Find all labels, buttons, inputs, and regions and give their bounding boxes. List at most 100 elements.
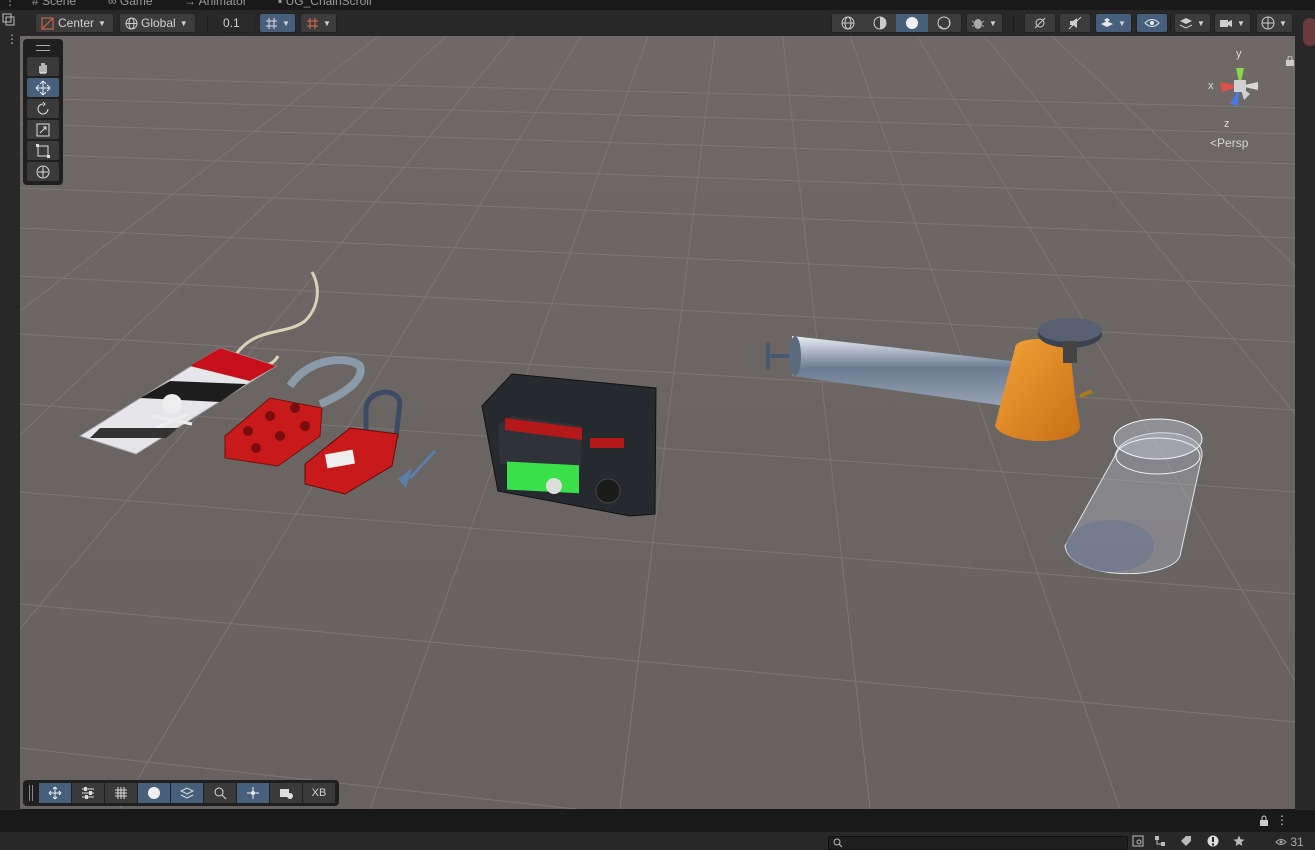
status-search-field[interactable] bbox=[828, 836, 1128, 850]
move-tool-button[interactable] bbox=[27, 78, 59, 97]
pivot-mode-dropdown[interactable]: Center ▼ bbox=[35, 13, 114, 33]
script-icon: ▪ bbox=[278, 0, 283, 8]
transform-tool-button[interactable] bbox=[27, 162, 59, 181]
camera-settings-dropdown[interactable]: ▼ bbox=[1214, 13, 1251, 33]
unlit-shading-button[interactable] bbox=[928, 14, 960, 32]
grid-visibility-icon bbox=[305, 16, 319, 30]
tab-scene-label: Scene bbox=[42, 0, 77, 8]
eye-icon bbox=[1275, 839, 1287, 845]
favorite-button[interactable] bbox=[1231, 834, 1247, 848]
chevron-down-icon: ▼ bbox=[1118, 18, 1126, 28]
tag-button[interactable] bbox=[1178, 834, 1194, 848]
solid-sphere-icon bbox=[148, 787, 160, 799]
shaded-wireframe-button[interactable] bbox=[864, 14, 896, 32]
xb-label: XB bbox=[311, 787, 327, 799]
overlay-camera-button[interactable] bbox=[270, 783, 302, 803]
chevron-down-icon: ▼ bbox=[179, 18, 188, 28]
chevron-down-icon: ▼ bbox=[98, 18, 106, 28]
chevron-down-icon: ▼ bbox=[989, 18, 997, 28]
pivot-rotation-dropdown[interactable]: Global ▼ bbox=[119, 13, 196, 33]
tag-icon bbox=[1181, 836, 1191, 846]
grid-snapping-toggle[interactable]: ▼ bbox=[259, 13, 296, 33]
layers-dropdown[interactable]: ▼ bbox=[1174, 13, 1211, 33]
pivot-rotation-label: Global bbox=[141, 16, 176, 30]
status-bar: 31 bbox=[0, 832, 1315, 850]
more-options-icon[interactable]: ⋮ bbox=[6, 32, 18, 46]
drag-handle-icon[interactable] bbox=[36, 45, 50, 51]
axis-y-label: y bbox=[1236, 48, 1242, 60]
overlay-xb-button[interactable]: XB bbox=[303, 783, 335, 803]
lock-icon[interactable] bbox=[1259, 815, 1269, 827]
scene-visibility-toggle[interactable] bbox=[1136, 13, 1168, 33]
rotate-icon bbox=[37, 101, 49, 114]
overlay-pivot-button[interactable] bbox=[237, 783, 269, 803]
gizmos-dropdown[interactable]: ▼ bbox=[1256, 13, 1293, 33]
tab-scene[interactable]: # Scene bbox=[32, 0, 76, 8]
grid-visibility-dropdown[interactable]: ▼ bbox=[300, 13, 337, 33]
gamepad-icon: ∞ bbox=[108, 0, 117, 8]
rotate-tool-button[interactable] bbox=[27, 99, 59, 118]
transform-icon bbox=[36, 165, 50, 178]
animator-icon: → bbox=[184, 0, 196, 8]
chevron-down-icon: ▼ bbox=[1197, 18, 1205, 28]
chevron-left-icon: < bbox=[1210, 136, 1218, 150]
hash-icon: # bbox=[32, 0, 39, 8]
lock-icon[interactable] bbox=[1286, 56, 1294, 66]
overlay-layers-button[interactable] bbox=[171, 783, 203, 803]
toggle-2d-button[interactable] bbox=[1024, 13, 1056, 33]
hierarchy-button[interactable] bbox=[1152, 834, 1168, 848]
left-panel-edge: ⋮ bbox=[0, 10, 20, 810]
overlay-search-button[interactable] bbox=[204, 783, 236, 803]
scale-tool-button[interactable] bbox=[27, 120, 59, 139]
debug-draw-mode-dropdown[interactable]: ▼ bbox=[966, 13, 1003, 33]
tab-animator[interactable]: → Animator bbox=[184, 0, 247, 8]
wireframe-shading-button[interactable] bbox=[832, 14, 864, 32]
window-icon[interactable] bbox=[2, 13, 16, 27]
move-arrows-icon bbox=[48, 786, 62, 800]
warning-icon bbox=[1207, 835, 1219, 847]
hierarchy-icon bbox=[1155, 836, 1165, 846]
shaded-button[interactable] bbox=[896, 14, 928, 32]
pivot-icon bbox=[247, 787, 259, 799]
solid-sphere-icon bbox=[906, 17, 918, 29]
tab-menu-icon[interactable]: ⋮ bbox=[4, 0, 16, 8]
rect-tool-button[interactable] bbox=[27, 141, 59, 160]
shaded-wire-icon bbox=[873, 16, 887, 30]
effects-layers-icon bbox=[1100, 16, 1114, 30]
overlay-move-button[interactable] bbox=[39, 783, 71, 803]
overlay-toolbar: XB bbox=[23, 780, 339, 806]
visibility-count: 31 bbox=[1290, 835, 1304, 849]
search-icon bbox=[214, 787, 227, 800]
unlit-sphere-icon bbox=[937, 16, 951, 30]
projection-toggle[interactable]: <Persp bbox=[1210, 136, 1248, 150]
camera-icon bbox=[280, 789, 293, 799]
overlay-settings-button[interactable] bbox=[72, 783, 104, 803]
collab-button[interactable] bbox=[1130, 834, 1146, 848]
console-bar: ⋮ bbox=[0, 810, 1315, 832]
more-options-icon[interactable]: ⋮ bbox=[1276, 813, 1288, 827]
drag-handle-icon[interactable] bbox=[29, 785, 33, 801]
grid-icon bbox=[115, 787, 127, 799]
audio-toggle-button[interactable] bbox=[1059, 13, 1091, 33]
overlay-grid-button[interactable] bbox=[105, 783, 137, 803]
search-icon bbox=[833, 838, 843, 848]
right-panel-edge bbox=[1295, 10, 1315, 810]
warning-button[interactable] bbox=[1205, 834, 1221, 848]
hand-tool-button[interactable] bbox=[27, 57, 59, 76]
avatar[interactable] bbox=[1303, 18, 1315, 46]
tools-overlay bbox=[23, 39, 63, 185]
effects-dropdown[interactable]: ▼ bbox=[1095, 13, 1132, 33]
overlay-sphere-button[interactable] bbox=[138, 783, 170, 803]
tab-ug-chainscroll[interactable]: ▪ UG_ChainScroll bbox=[278, 0, 372, 8]
window-search-icon bbox=[1132, 835, 1144, 847]
tab-game-label: Game bbox=[119, 0, 153, 8]
visibility-counter: 31 bbox=[1275, 835, 1304, 849]
toolbar-divider bbox=[1013, 15, 1014, 31]
grid-snap-input[interactable]: 0.1 bbox=[217, 13, 255, 33]
scene-viewport[interactable]: y x z <Persp XB bbox=[20, 36, 1295, 809]
toolbar-divider bbox=[1170, 15, 1171, 31]
layers-icon bbox=[1179, 16, 1193, 30]
tab-animator-label: Animator bbox=[198, 0, 247, 8]
move-arrows-icon bbox=[35, 80, 51, 95]
tab-game[interactable]: ∞ Game bbox=[108, 0, 153, 8]
